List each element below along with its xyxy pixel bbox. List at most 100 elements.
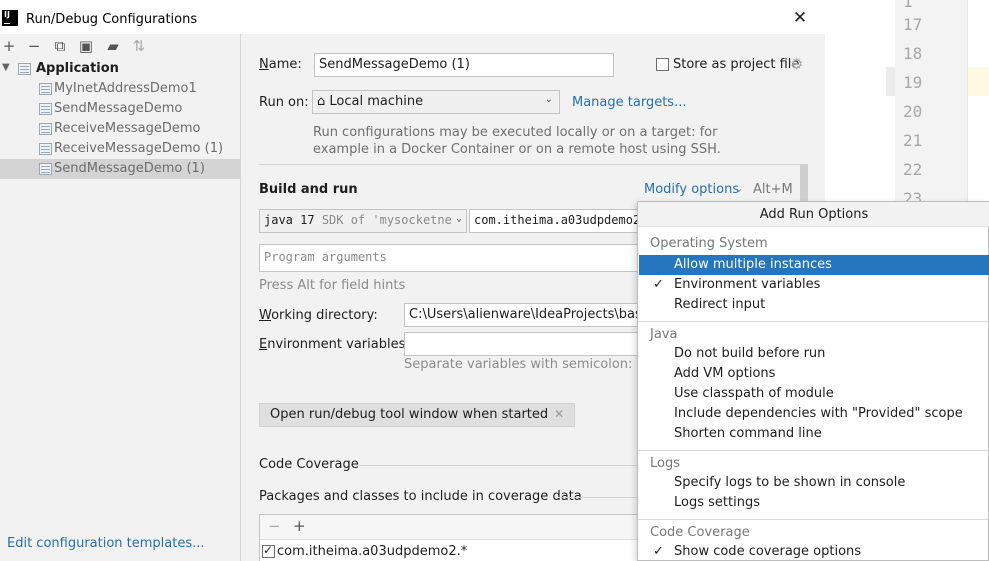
- tree-item-label: ReceiveMessageDemo (1): [54, 141, 224, 156]
- line-number: 17: [903, 15, 923, 34]
- close-icon[interactable]: ✕: [792, 10, 808, 27]
- store-project-label: Store as project file: [673, 57, 800, 72]
- menu-divider: [638, 450, 989, 451]
- check-icon: ✓: [653, 277, 664, 292]
- sdk-detail: SDK of 'mysocketne: [321, 213, 452, 227]
- tree-group-label: Application: [36, 61, 119, 76]
- menu-item-label: Do not build before run: [674, 346, 826, 361]
- tree-item-selected[interactable]: SendMessageDemo (1): [0, 159, 241, 179]
- tree-item-label: MyInetAddressDemo1: [54, 81, 197, 96]
- coverage-pattern-label: com.itheima.a03udpdemo2.*: [277, 544, 468, 559]
- remove-icon[interactable]: −: [268, 517, 281, 535]
- run-on-select[interactable]: ⌂ Local machine ⌄: [312, 90, 560, 114]
- manage-targets-link[interactable]: Manage targets...: [572, 95, 686, 110]
- menu-item-environment-variables[interactable]: ✓ Environment variables: [639, 275, 989, 295]
- menu-item-label: Redirect input: [674, 297, 766, 312]
- menu-item-shorten-command-line[interactable]: Shorten command line: [639, 424, 989, 444]
- menu-item-label: Include dependencies with "Provided" sco…: [674, 406, 963, 421]
- divider: [356, 465, 639, 466]
- tree-item[interactable]: ReceiveMessageDemo: [0, 119, 241, 139]
- group-logs: Logs: [650, 456, 680, 471]
- edit-templates-link[interactable]: Edit configuration templates...: [7, 536, 205, 551]
- program-arguments-input[interactable]: Program arguments: [259, 244, 639, 272]
- menu-item-show-coverage-options[interactable]: ✓ Show code coverage options: [639, 542, 989, 561]
- close-icon[interactable]: ✕: [554, 407, 564, 421]
- application-icon: [39, 83, 52, 95]
- menu-item-label: Allow multiple instances: [674, 257, 832, 272]
- tree-item[interactable]: MyInetAddressDemo1: [0, 79, 241, 99]
- coverage-list: − + com.itheima.a03udpdemo2.*: [259, 514, 639, 561]
- menu-item-label: Specify logs to be shown in console: [674, 475, 906, 490]
- packages-label: Packages and classes to include in cover…: [259, 489, 582, 504]
- menu-item-specify-logs[interactable]: Specify logs to be shown in console: [639, 473, 989, 493]
- menu-item-label: Environment variables: [674, 277, 821, 292]
- menu-item-logs-settings[interactable]: Logs settings: [639, 493, 989, 513]
- add-icon[interactable]: +: [293, 517, 306, 535]
- sdk-select[interactable]: java 17 SDK of 'mysocketne ⌄: [259, 209, 467, 233]
- alt-hint: Press Alt for field hints: [259, 278, 406, 293]
- add-icon[interactable]: +: [0, 37, 18, 55]
- menu-item-redirect-input[interactable]: Redirect input: [639, 295, 989, 315]
- current-line-highlight: [968, 67, 989, 96]
- menu-item-include-provided[interactable]: Include dependencies with "Provided" sco…: [639, 404, 989, 424]
- modify-options-shortcut: Alt+M: [753, 182, 793, 197]
- line-number: 21: [903, 131, 923, 150]
- run-on-hint: example in a Docker Container or on a re…: [313, 142, 721, 157]
- menu-item-label: Logs settings: [674, 495, 760, 510]
- title-bar: IJ Run/Debug Configurations ✕: [0, 0, 825, 34]
- line-number: 18: [903, 44, 923, 63]
- tool-window-option-tag[interactable]: Open run/debug tool window when started ✕: [259, 403, 576, 427]
- new-folder-icon[interactable]: ▰: [104, 37, 122, 55]
- env-hint: Separate variables with semicolon: VAR=: [404, 357, 674, 372]
- tree-item-label: ReceiveMessageDemo: [54, 121, 201, 136]
- group-operating-system: Operating System: [650, 236, 768, 251]
- application-icon: [39, 143, 52, 155]
- divider: [259, 164, 800, 165]
- tree-item[interactable]: ReceiveMessageDemo (1): [0, 139, 241, 159]
- main-class-input[interactable]: com.itheima.a03udpdemo2: [469, 209, 639, 233]
- menu-item-allow-multiple-instances[interactable]: Allow multiple instances: [639, 255, 989, 275]
- config-list-panel: + − ⧉ ▣ ▰ ⇅ ▼ Application MyInetAddressD…: [0, 34, 241, 561]
- line-number: 19: [903, 73, 923, 92]
- tree-group-application[interactable]: ▼ Application: [0, 59, 241, 79]
- tree-item[interactable]: SendMessageDemo: [0, 99, 241, 119]
- working-directory-label: Working directory:: [259, 308, 378, 323]
- coverage-pattern-checkbox[interactable]: [262, 543, 275, 558]
- application-icon: [39, 123, 52, 135]
- check-icon: ✓: [653, 544, 664, 559]
- save-icon[interactable]: ▣: [77, 37, 95, 55]
- working-directory-input[interactable]: C:\Users\alienware\IdeaProjects\basic-: [404, 303, 639, 327]
- group-code-coverage: Code Coverage: [650, 525, 750, 540]
- line-number: 1: [903, 0, 913, 11]
- menu-item-add-vm-options[interactable]: Add VM options: [639, 364, 989, 384]
- store-project-checkbox[interactable]: [656, 58, 669, 71]
- menu-item-use-classpath[interactable]: Use classpath of module: [639, 384, 989, 404]
- name-input[interactable]: SendMessageDemo (1): [314, 53, 614, 77]
- modify-options-link[interactable]: Modify options: [644, 182, 739, 197]
- menu-item-do-not-build[interactable]: Do not build before run: [639, 344, 989, 364]
- chevron-down-icon: ⌄: [734, 182, 744, 195]
- config-toolbar: + − ⧉ ▣ ▰ ⇅: [0, 34, 241, 58]
- dialog-title: Run/Debug Configurations: [26, 12, 198, 27]
- gear-icon[interactable]: ⚙: [790, 55, 803, 73]
- coverage-toolbar: − +: [260, 515, 638, 540]
- chevron-down-icon: ⌄: [455, 213, 462, 224]
- tree-item-label: SendMessageDemo: [54, 101, 183, 116]
- run-on-label: Run on:: [259, 95, 309, 110]
- application-icon: [39, 163, 52, 175]
- build-and-run-heading: Build and run: [259, 182, 358, 197]
- chevron-down-icon[interactable]: ▼: [2, 62, 10, 73]
- run-on-hint: Run configurations may be executed local…: [313, 125, 718, 140]
- scrollbar-thumb[interactable]: [800, 164, 808, 204]
- line-number: 22: [903, 160, 923, 179]
- environment-variables-input[interactable]: [404, 332, 639, 356]
- line-number: 20: [903, 102, 923, 121]
- remove-icon[interactable]: −: [25, 37, 43, 55]
- tree-item-label: SendMessageDemo (1): [54, 161, 205, 176]
- menu-item-label: Use classpath of module: [674, 386, 834, 401]
- copy-icon[interactable]: ⧉: [51, 37, 69, 55]
- home-icon: ⌂: [317, 94, 326, 109]
- sort-icon[interactable]: ⇅: [130, 37, 148, 55]
- application-icon: [18, 63, 31, 75]
- group-java: Java: [650, 327, 678, 342]
